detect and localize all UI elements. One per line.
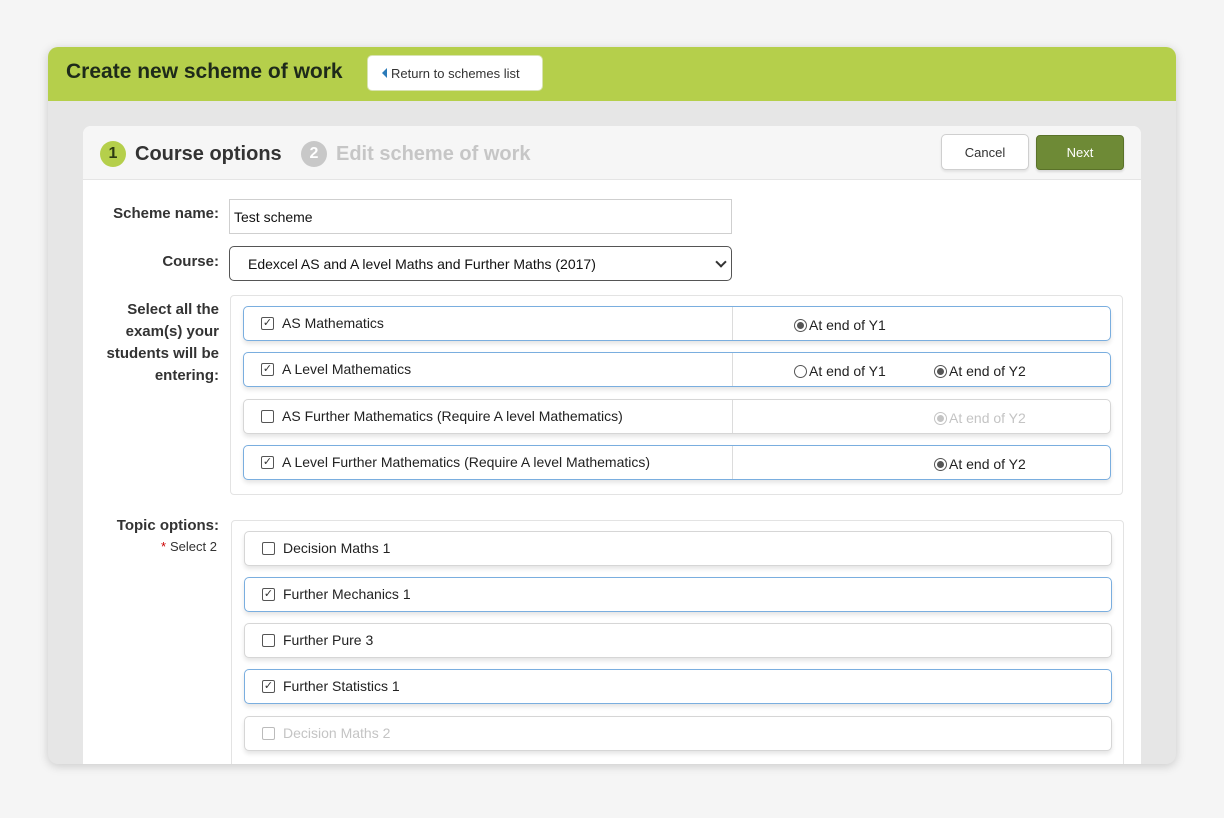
cancel-button[interactable]: Cancel [941, 134, 1029, 170]
exam-label: A Level Mathematics [282, 361, 412, 377]
checkbox[interactable]: ✓ [262, 588, 275, 601]
divider [732, 446, 733, 479]
exam-row[interactable]: ✓ A Level Mathematics At end of Y1 At en… [243, 352, 1111, 387]
topic-label: Further Pure 3 [283, 632, 374, 648]
step-number-badge: 2 [301, 141, 327, 167]
return-to-schemes-button[interactable]: Return to schemes list [367, 55, 543, 91]
radio-label: At end of Y2 [949, 456, 1026, 472]
radio-button[interactable] [794, 364, 807, 378]
app-window: Create new scheme of work Return to sche… [48, 47, 1176, 764]
exam-label: AS Mathematics [282, 315, 384, 331]
divider [732, 353, 733, 386]
radio-option[interactable]: At end of Y2 [934, 363, 1026, 379]
radio-option[interactable]: At end of Y1 [794, 317, 886, 333]
next-button[interactable]: Next [1036, 135, 1124, 170]
course-selected-value: Edexcel AS and A level Maths and Further… [248, 255, 596, 272]
caret-left-icon [382, 68, 387, 78]
header-bar: Create new scheme of work Return to sche… [48, 47, 1176, 101]
topic-label: Decision Maths 1 [283, 540, 391, 556]
topic-row[interactable]: ✓ Further Mechanics 1 [244, 577, 1112, 612]
radio-option-disabled: At end of Y2 [934, 410, 1026, 426]
scheme-name-input[interactable] [229, 199, 732, 234]
exam-label: AS Further Mathematics (Require A level … [282, 408, 623, 424]
exam-row[interactable]: AS Further Mathematics (Require A level … [243, 399, 1111, 434]
course-select[interactable]: Edexcel AS and A level Maths and Further… [229, 246, 732, 281]
return-button-label: Return to schemes list [391, 65, 520, 81]
wizard-card: 1 Course options 2 Edit scheme of work C… [83, 126, 1141, 764]
divider [732, 307, 733, 340]
radio-option[interactable]: At end of Y1 [794, 363, 886, 379]
step-label: Course options [135, 142, 282, 165]
page-title: Create new scheme of work [66, 60, 343, 83]
radio-label: At end of Y1 [809, 363, 886, 379]
checkbox[interactable] [261, 410, 274, 423]
radio-label: At end of Y2 [949, 410, 1026, 426]
wizard-header: 1 Course options 2 Edit scheme of work C… [83, 126, 1141, 180]
step-course-options: 1 Course options [100, 141, 282, 167]
course-label: Course: [162, 253, 219, 270]
topic-row[interactable]: Decision Maths 1 [244, 531, 1112, 566]
exam-label: A Level Further Mathematics (Require A l… [282, 454, 651, 470]
checkbox[interactable]: ✓ [261, 363, 274, 376]
checkbox[interactable]: ✓ [261, 456, 274, 469]
topic-label: Decision Maths 2 [283, 725, 391, 741]
divider [732, 400, 733, 433]
checkbox[interactable] [262, 542, 275, 555]
radio-option[interactable]: At end of Y2 [934, 456, 1026, 472]
required-note: * Select 2 [103, 539, 217, 554]
exam-row[interactable]: ✓ A Level Further Mathematics (Require A… [243, 445, 1111, 480]
step-label: Edit scheme of work [336, 142, 531, 165]
radio-label: At end of Y2 [949, 363, 1026, 379]
radio-button [934, 411, 947, 425]
chevron-down-icon [715, 256, 727, 268]
radio-button[interactable] [794, 318, 807, 332]
exams-label: Select all the exam(s) your students wil… [106, 301, 219, 384]
topic-label: Further Statistics 1 [283, 678, 400, 694]
step-edit-scheme: 2 Edit scheme of work [301, 141, 531, 167]
radio-label: At end of Y1 [809, 317, 886, 333]
radio-button[interactable] [934, 457, 947, 471]
topic-row-disabled: Decision Maths 2 [244, 716, 1112, 751]
required-asterisk: * [160, 539, 167, 554]
topic-row[interactable]: ✓ Further Statistics 1 [244, 669, 1112, 704]
checkbox [262, 727, 275, 740]
checkbox[interactable]: ✓ [262, 680, 275, 693]
topic-label: Further Mechanics 1 [283, 586, 411, 602]
checkbox[interactable]: ✓ [261, 317, 274, 330]
checkbox[interactable] [262, 634, 275, 647]
step-number-badge: 1 [100, 141, 126, 167]
topic-row[interactable]: Further Pure 3 [244, 623, 1112, 658]
required-text: Select 2 [170, 539, 217, 554]
scheme-name-label: Scheme name: [113, 205, 219, 222]
topic-options-label: Topic options: [116, 517, 219, 534]
radio-button[interactable] [934, 364, 947, 378]
exam-row[interactable]: ✓ AS Mathematics At end of Y1 [243, 306, 1111, 341]
